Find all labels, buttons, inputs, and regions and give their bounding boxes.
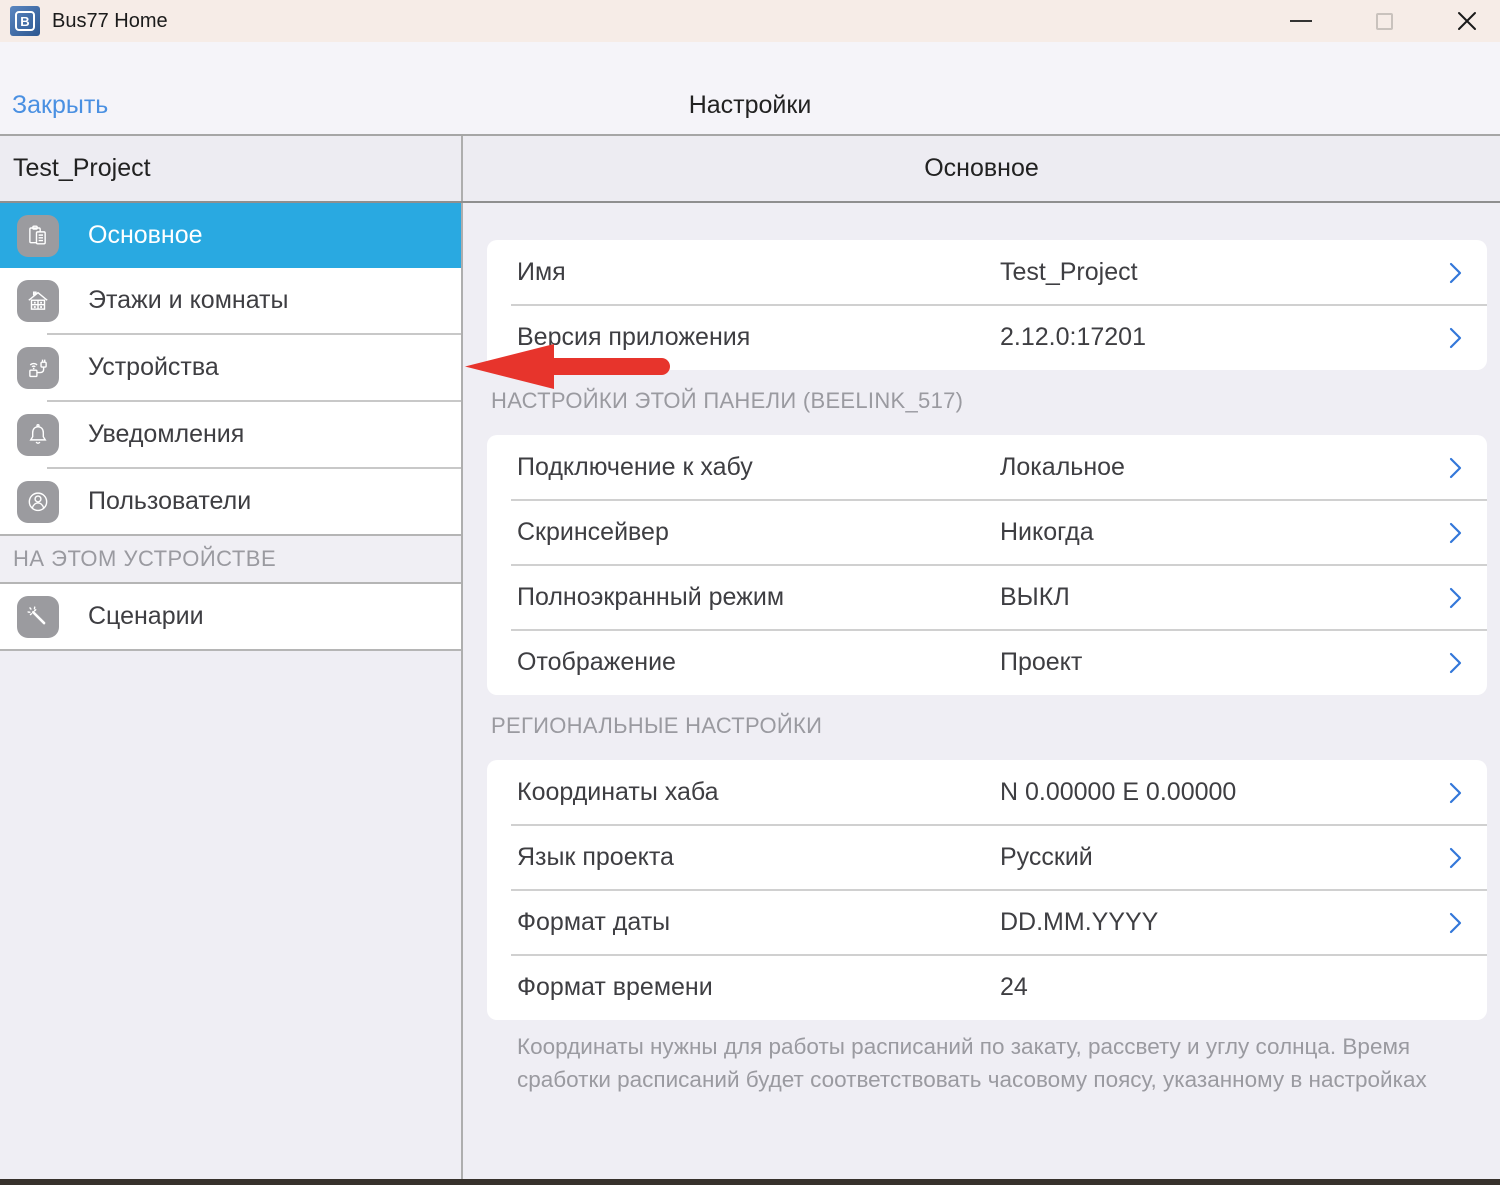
sidebar-section-label: НА ЭТОМ УСТРОЙСТВЕ bbox=[13, 546, 276, 572]
row-label: Язык проекта bbox=[517, 843, 674, 872]
window-controls bbox=[1278, 0, 1500, 42]
setting-row-time-format[interactable]: Формат времени 24 bbox=[487, 955, 1487, 1020]
chevron-right-icon bbox=[1447, 455, 1465, 481]
sidebar-item-scenarios[interactable]: Сценарии bbox=[0, 584, 461, 649]
settings-main-panel: Имя Test_Project Версия приложения 2.12.… bbox=[463, 203, 1500, 1180]
setting-row-project-language[interactable]: Язык проекта Русский bbox=[487, 825, 1487, 890]
chevron-right-icon bbox=[1447, 910, 1465, 936]
setting-row-hub-coordinates[interactable]: Координаты хаба N 0.00000 E 0.00000 bbox=[487, 760, 1487, 825]
sidebar-item-general[interactable]: Основное bbox=[0, 203, 461, 268]
coordinates-footnote: Координаты нужны для работы расписаний п… bbox=[517, 1030, 1457, 1096]
setting-row-screensaver[interactable]: Скринсейвер Никогда bbox=[487, 500, 1487, 565]
svg-text:B: B bbox=[20, 14, 29, 29]
maximize-button[interactable] bbox=[1361, 0, 1407, 42]
settings-header: Закрыть Настройки bbox=[0, 42, 1500, 136]
settings-group-panel: Подключение к хабу Локальное Скринсейвер… bbox=[487, 435, 1487, 695]
row-value: 24 bbox=[1000, 973, 1028, 1002]
sidebar-item-floors[interactable]: Этажи и комнаты bbox=[0, 268, 461, 333]
row-label: Имя bbox=[517, 258, 566, 287]
setting-row-name[interactable]: Имя Test_Project bbox=[487, 240, 1487, 305]
row-value: Локальное bbox=[1000, 453, 1125, 482]
chevron-right-icon bbox=[1447, 780, 1465, 806]
close-button[interactable] bbox=[1444, 0, 1490, 42]
chevron-right-icon bbox=[1447, 585, 1465, 611]
row-label: Формат даты bbox=[517, 908, 670, 937]
row-label: Версия приложения bbox=[517, 323, 750, 352]
chevron-right-icon bbox=[1447, 520, 1465, 546]
settings-sidebar: Основное Этажи и комнаты bbox=[0, 203, 463, 1180]
bell-icon bbox=[17, 414, 59, 456]
setting-row-hub-connection[interactable]: Подключение к хабу Локальное bbox=[487, 435, 1487, 500]
app-logo-icon: B bbox=[10, 6, 40, 36]
setting-row-date-format[interactable]: Формат даты DD.MM.YYYY bbox=[487, 890, 1487, 955]
separator bbox=[0, 649, 461, 651]
window-title: Bus77 Home bbox=[52, 10, 168, 33]
row-label: Подключение к хабу bbox=[517, 453, 753, 482]
minimize-icon bbox=[1290, 20, 1312, 22]
row-label: Координаты хаба bbox=[517, 778, 719, 807]
window-titlebar: B Bus77 Home bbox=[0, 0, 1500, 42]
row-label: Скринсейвер bbox=[517, 518, 669, 547]
project-name: Test_Project bbox=[0, 136, 463, 201]
devices-icon bbox=[17, 347, 59, 389]
settings-group-regional: Координаты хаба N 0.00000 E 0.00000 Язык… bbox=[487, 760, 1487, 1020]
row-label: Отображение bbox=[517, 648, 676, 677]
row-value: Проект bbox=[1000, 648, 1082, 677]
row-value: N 0.00000 E 0.00000 bbox=[1000, 778, 1236, 807]
subheader-band: Test_Project Основное bbox=[0, 136, 1500, 203]
page-title: Настройки bbox=[0, 91, 1500, 120]
row-value: Никогда bbox=[1000, 518, 1094, 547]
row-label: Формат времени bbox=[517, 973, 713, 1002]
sidebar-item-devices[interactable]: Устройства bbox=[0, 335, 461, 400]
chevron-right-icon bbox=[1447, 845, 1465, 871]
screen-bottom-edge bbox=[0, 1179, 1500, 1185]
sidebar-item-label: Пользователи bbox=[88, 487, 251, 516]
row-value: ВЫКЛ bbox=[1000, 583, 1070, 612]
sidebar-item-label: Уведомления bbox=[88, 420, 244, 449]
wand-icon bbox=[17, 596, 59, 638]
house-icon bbox=[17, 280, 59, 322]
sidebar-item-label: Этажи и комнаты bbox=[88, 286, 288, 315]
chevron-right-icon bbox=[1447, 650, 1465, 676]
close-icon bbox=[1456, 10, 1478, 32]
row-label: Полноэкранный режим bbox=[517, 583, 784, 612]
sidebar-item-notifications[interactable]: Уведомления bbox=[0, 402, 461, 467]
row-value: Test_Project bbox=[1000, 258, 1138, 287]
chevron-right-icon bbox=[1447, 325, 1465, 351]
sidebar-section-on-this-device: НА ЭТОМ УСТРОЙСТВЕ bbox=[0, 534, 461, 584]
setting-row-app-version[interactable]: Версия приложения 2.12.0:17201 bbox=[487, 305, 1487, 370]
clipboard-icon bbox=[17, 215, 59, 257]
section-label-panel-settings: НАСТРОЙКИ ЭТОЙ ПАНЕЛИ (BEELINK_517) bbox=[491, 386, 1487, 416]
row-value: Русский bbox=[1000, 843, 1093, 872]
sidebar-item-label: Устройства bbox=[88, 353, 219, 382]
section-label-regional-settings: РЕГИОНАЛЬНЫЕ НАСТРОЙКИ bbox=[491, 711, 1487, 741]
sidebar-item-label: Основное bbox=[88, 221, 203, 250]
setting-row-display[interactable]: Отображение Проект bbox=[487, 630, 1487, 695]
chevron-right-icon bbox=[1447, 260, 1465, 286]
row-value: DD.MM.YYYY bbox=[1000, 908, 1158, 937]
main-section-title: Основное bbox=[463, 136, 1500, 201]
sidebar-item-label: Сценарии bbox=[88, 602, 204, 631]
minimize-button[interactable] bbox=[1278, 0, 1324, 42]
settings-group-general: Имя Test_Project Версия приложения 2.12.… bbox=[487, 240, 1487, 370]
sidebar-item-users[interactable]: Пользователи bbox=[0, 469, 461, 534]
setting-row-fullscreen[interactable]: Полноэкранный режим ВЫКЛ bbox=[487, 565, 1487, 630]
users-icon bbox=[17, 481, 59, 523]
maximize-icon bbox=[1376, 13, 1393, 30]
row-value: 2.12.0:17201 bbox=[1000, 323, 1146, 352]
